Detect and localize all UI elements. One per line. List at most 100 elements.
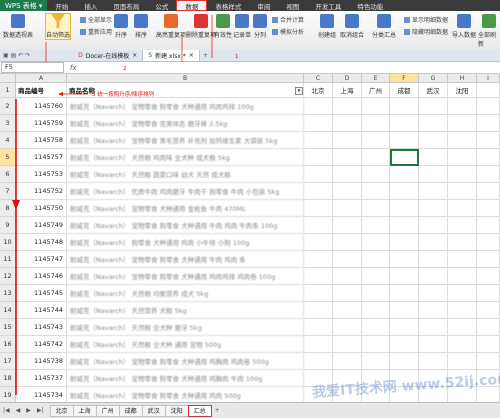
sheet-tab[interactable]: 北京 xyxy=(49,404,74,417)
row-header[interactable]: 11 xyxy=(0,251,16,268)
empty-cell[interactable] xyxy=(477,149,500,166)
empty-cell[interactable] xyxy=(419,149,448,166)
menu-item-data[interactable]: 数据 xyxy=(176,0,208,11)
empty-cell[interactable] xyxy=(419,268,448,285)
product-name-cell[interactable]: 耐威克（Navarch） 宠物零食 狗零食 犬种通用 鸡肉鸡排 鸡肉卷 100g xyxy=(67,268,304,285)
empty-cell[interactable] xyxy=(304,268,333,285)
product-name-cell[interactable]: 耐威克（Navarch） 宠物零食 狗零食 犬种通用 牛肉 鸡肉 牛肉条 100… xyxy=(67,217,304,234)
empty-cell[interactable] xyxy=(362,336,390,353)
add-sheet-icon[interactable]: + xyxy=(212,407,223,414)
empty-cell[interactable] xyxy=(419,183,448,200)
empty-cell[interactable] xyxy=(333,251,362,268)
hide-detail-button[interactable]: 隐藏明细数据 xyxy=(404,27,448,36)
empty-cell[interactable] xyxy=(390,200,419,217)
empty-cell[interactable] xyxy=(390,166,419,183)
product-id-cell[interactable]: 1145744 xyxy=(16,302,67,319)
quick-access-icon[interactable]: ▣ ▤ ↶ ↷ xyxy=(0,52,33,59)
product-id-cell[interactable]: 1145760 xyxy=(16,98,67,115)
column-header[interactable]: I xyxy=(477,74,500,83)
empty-cell[interactable] xyxy=(333,234,362,251)
auto-filter-button[interactable]: 自动筛选 xyxy=(44,13,72,40)
record-form-button[interactable]: 记录单 xyxy=(233,14,251,39)
row-header[interactable]: 2 xyxy=(0,98,16,115)
empty-cell[interactable] xyxy=(390,268,419,285)
product-name-cell[interactable]: 耐威克（Navarch） 天然粮 蔬菜口味 幼犬 天然 成犬粮 xyxy=(67,166,304,183)
row-header[interactable]: 5 xyxy=(0,149,16,166)
first-sheet-icon[interactable]: |◀ xyxy=(0,407,13,414)
menu-item-page-layout[interactable]: 页面布局 xyxy=(105,0,147,11)
product-id-cell[interactable]: 1145743 xyxy=(16,319,67,336)
last-sheet-icon[interactable]: ▶| xyxy=(34,407,47,414)
empty-cell[interactable] xyxy=(333,115,362,132)
empty-cell[interactable] xyxy=(390,132,419,149)
empty-cell[interactable] xyxy=(333,149,362,166)
product-name-cell[interactable]: 耐威克（Navarch） 宠物零食 犬种通用 金枪鱼 牛肉 470ML xyxy=(67,200,304,217)
empty-cell[interactable] xyxy=(477,336,500,353)
empty-cell[interactable] xyxy=(304,115,333,132)
empty-cell[interactable] xyxy=(448,200,477,217)
product-id-cell[interactable]: 1145745 xyxy=(16,285,67,302)
product-id-cell[interactable]: 1145757 xyxy=(16,149,67,166)
empty-cell[interactable] xyxy=(333,217,362,234)
empty-cell[interactable] xyxy=(419,285,448,302)
product-name-cell[interactable]: 耐威克（Navarch） 宠物零食 狗零食 犬种通用 鸡胸肉 鸡肉卷 500g xyxy=(67,353,304,370)
empty-cell[interactable] xyxy=(304,353,333,370)
header-cell[interactable]: 成都 xyxy=(390,83,419,98)
empty-cell[interactable] xyxy=(448,115,477,132)
product-name-cell[interactable]: 耐威克（Navarch） 狗零食 犬种通用 鸡肉 小牛排 小狗 100g xyxy=(67,234,304,251)
create-group-button[interactable]: 创建组 xyxy=(318,14,336,39)
product-name-cell[interactable]: 耐威克（Navarch） 天然粮 均衡营养 成犬 5kg xyxy=(67,285,304,302)
empty-cell[interactable] xyxy=(333,336,362,353)
empty-cell[interactable] xyxy=(477,353,500,370)
formula-input[interactable] xyxy=(81,63,500,72)
sheet-tab[interactable]: 广州 xyxy=(95,404,120,417)
empty-cell[interactable] xyxy=(362,285,390,302)
empty-cell[interactable] xyxy=(477,132,500,149)
product-id-cell[interactable]: 1145747 xyxy=(16,251,67,268)
empty-cell[interactable] xyxy=(333,268,362,285)
empty-cell[interactable] xyxy=(390,319,419,336)
empty-cell[interactable] xyxy=(333,98,362,115)
product-id-cell[interactable]: 1145749 xyxy=(16,217,67,234)
sheet-tab[interactable]: 成都 xyxy=(118,404,143,417)
product-id-cell[interactable]: 1145753 xyxy=(16,166,67,183)
product-name-cell[interactable]: 耐威克（Navarch） 宠物零食 狗零食 犬种通用 牛肉 鸡肉 条 xyxy=(67,251,304,268)
empty-cell[interactable] xyxy=(390,98,419,115)
close-icon[interactable]: × xyxy=(132,52,137,59)
what-if-button[interactable]: 模拟分析 xyxy=(272,27,304,36)
menu-item-table-style[interactable]: 表格样式 xyxy=(207,0,249,11)
empty-cell[interactable] xyxy=(477,217,500,234)
product-name-cell[interactable]: 耐威克（Navarch） 天然营养 犬粮 5kg xyxy=(67,302,304,319)
column-header[interactable]: B xyxy=(67,74,304,83)
empty-cell[interactable] xyxy=(390,353,419,370)
empty-cell[interactable] xyxy=(477,319,500,336)
menu-item-formulas[interactable]: 公式 xyxy=(147,0,176,11)
empty-cell[interactable] xyxy=(362,234,390,251)
empty-cell[interactable] xyxy=(304,200,333,217)
empty-cell[interactable] xyxy=(477,285,500,302)
empty-cell[interactable] xyxy=(333,200,362,217)
empty-cell[interactable] xyxy=(419,302,448,319)
empty-cell[interactable] xyxy=(333,132,362,149)
empty-cell[interactable] xyxy=(362,217,390,234)
empty-cell[interactable] xyxy=(419,336,448,353)
empty-cell[interactable] xyxy=(304,217,333,234)
empty-cell[interactable] xyxy=(390,336,419,353)
row-header[interactable]: 9 xyxy=(0,217,16,234)
empty-cell[interactable] xyxy=(304,149,333,166)
header-cell[interactable]: 上海 xyxy=(333,83,362,98)
empty-cell[interactable] xyxy=(448,234,477,251)
empty-cell[interactable] xyxy=(304,234,333,251)
empty-cell[interactable] xyxy=(304,251,333,268)
row-header[interactable]: 3 xyxy=(0,115,16,132)
row-header[interactable]: 15 xyxy=(0,319,16,336)
column-header[interactable]: C xyxy=(304,74,333,83)
column-header[interactable]: A xyxy=(16,74,67,83)
header-cell[interactable]: 北京 xyxy=(304,83,333,98)
empty-cell[interactable] xyxy=(477,200,500,217)
empty-cell[interactable] xyxy=(477,234,500,251)
row-header[interactable]: 6 xyxy=(0,166,16,183)
row-header[interactable]: 7 xyxy=(0,183,16,200)
sheet-tab[interactable]: 武汉 xyxy=(141,404,166,417)
header-cell[interactable]: 广州 xyxy=(362,83,390,98)
